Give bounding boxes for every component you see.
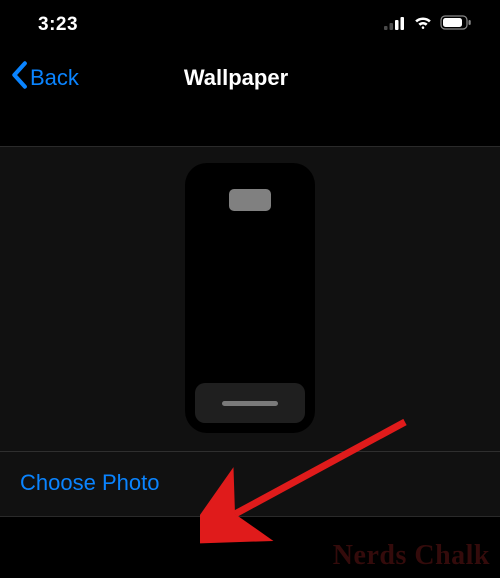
wifi-icon: [413, 15, 433, 35]
cellular-icon: [384, 16, 406, 35]
nav-bar: Back Wallpaper: [0, 50, 500, 106]
back-label: Back: [30, 65, 79, 91]
status-time: 3:23: [38, 14, 78, 36]
choose-photo-link[interactable]: Choose Photo: [20, 470, 159, 495]
choose-photo-row[interactable]: Choose Photo: [0, 452, 500, 516]
status-bar: 3:23: [0, 0, 500, 50]
battery-icon: [440, 15, 472, 35]
back-button[interactable]: Back: [10, 61, 79, 95]
home-indicator-icon: [222, 401, 278, 406]
phone-home-area: [195, 383, 305, 423]
phone-preview[interactable]: [185, 163, 315, 433]
status-indicators: [384, 15, 472, 35]
chevron-left-icon: [10, 61, 30, 95]
wallpaper-preview-row: [0, 147, 500, 452]
watermark: Nerds Chalk: [333, 540, 490, 572]
wallpaper-section: Choose Photo: [0, 146, 500, 517]
phone-notch: [229, 189, 271, 211]
